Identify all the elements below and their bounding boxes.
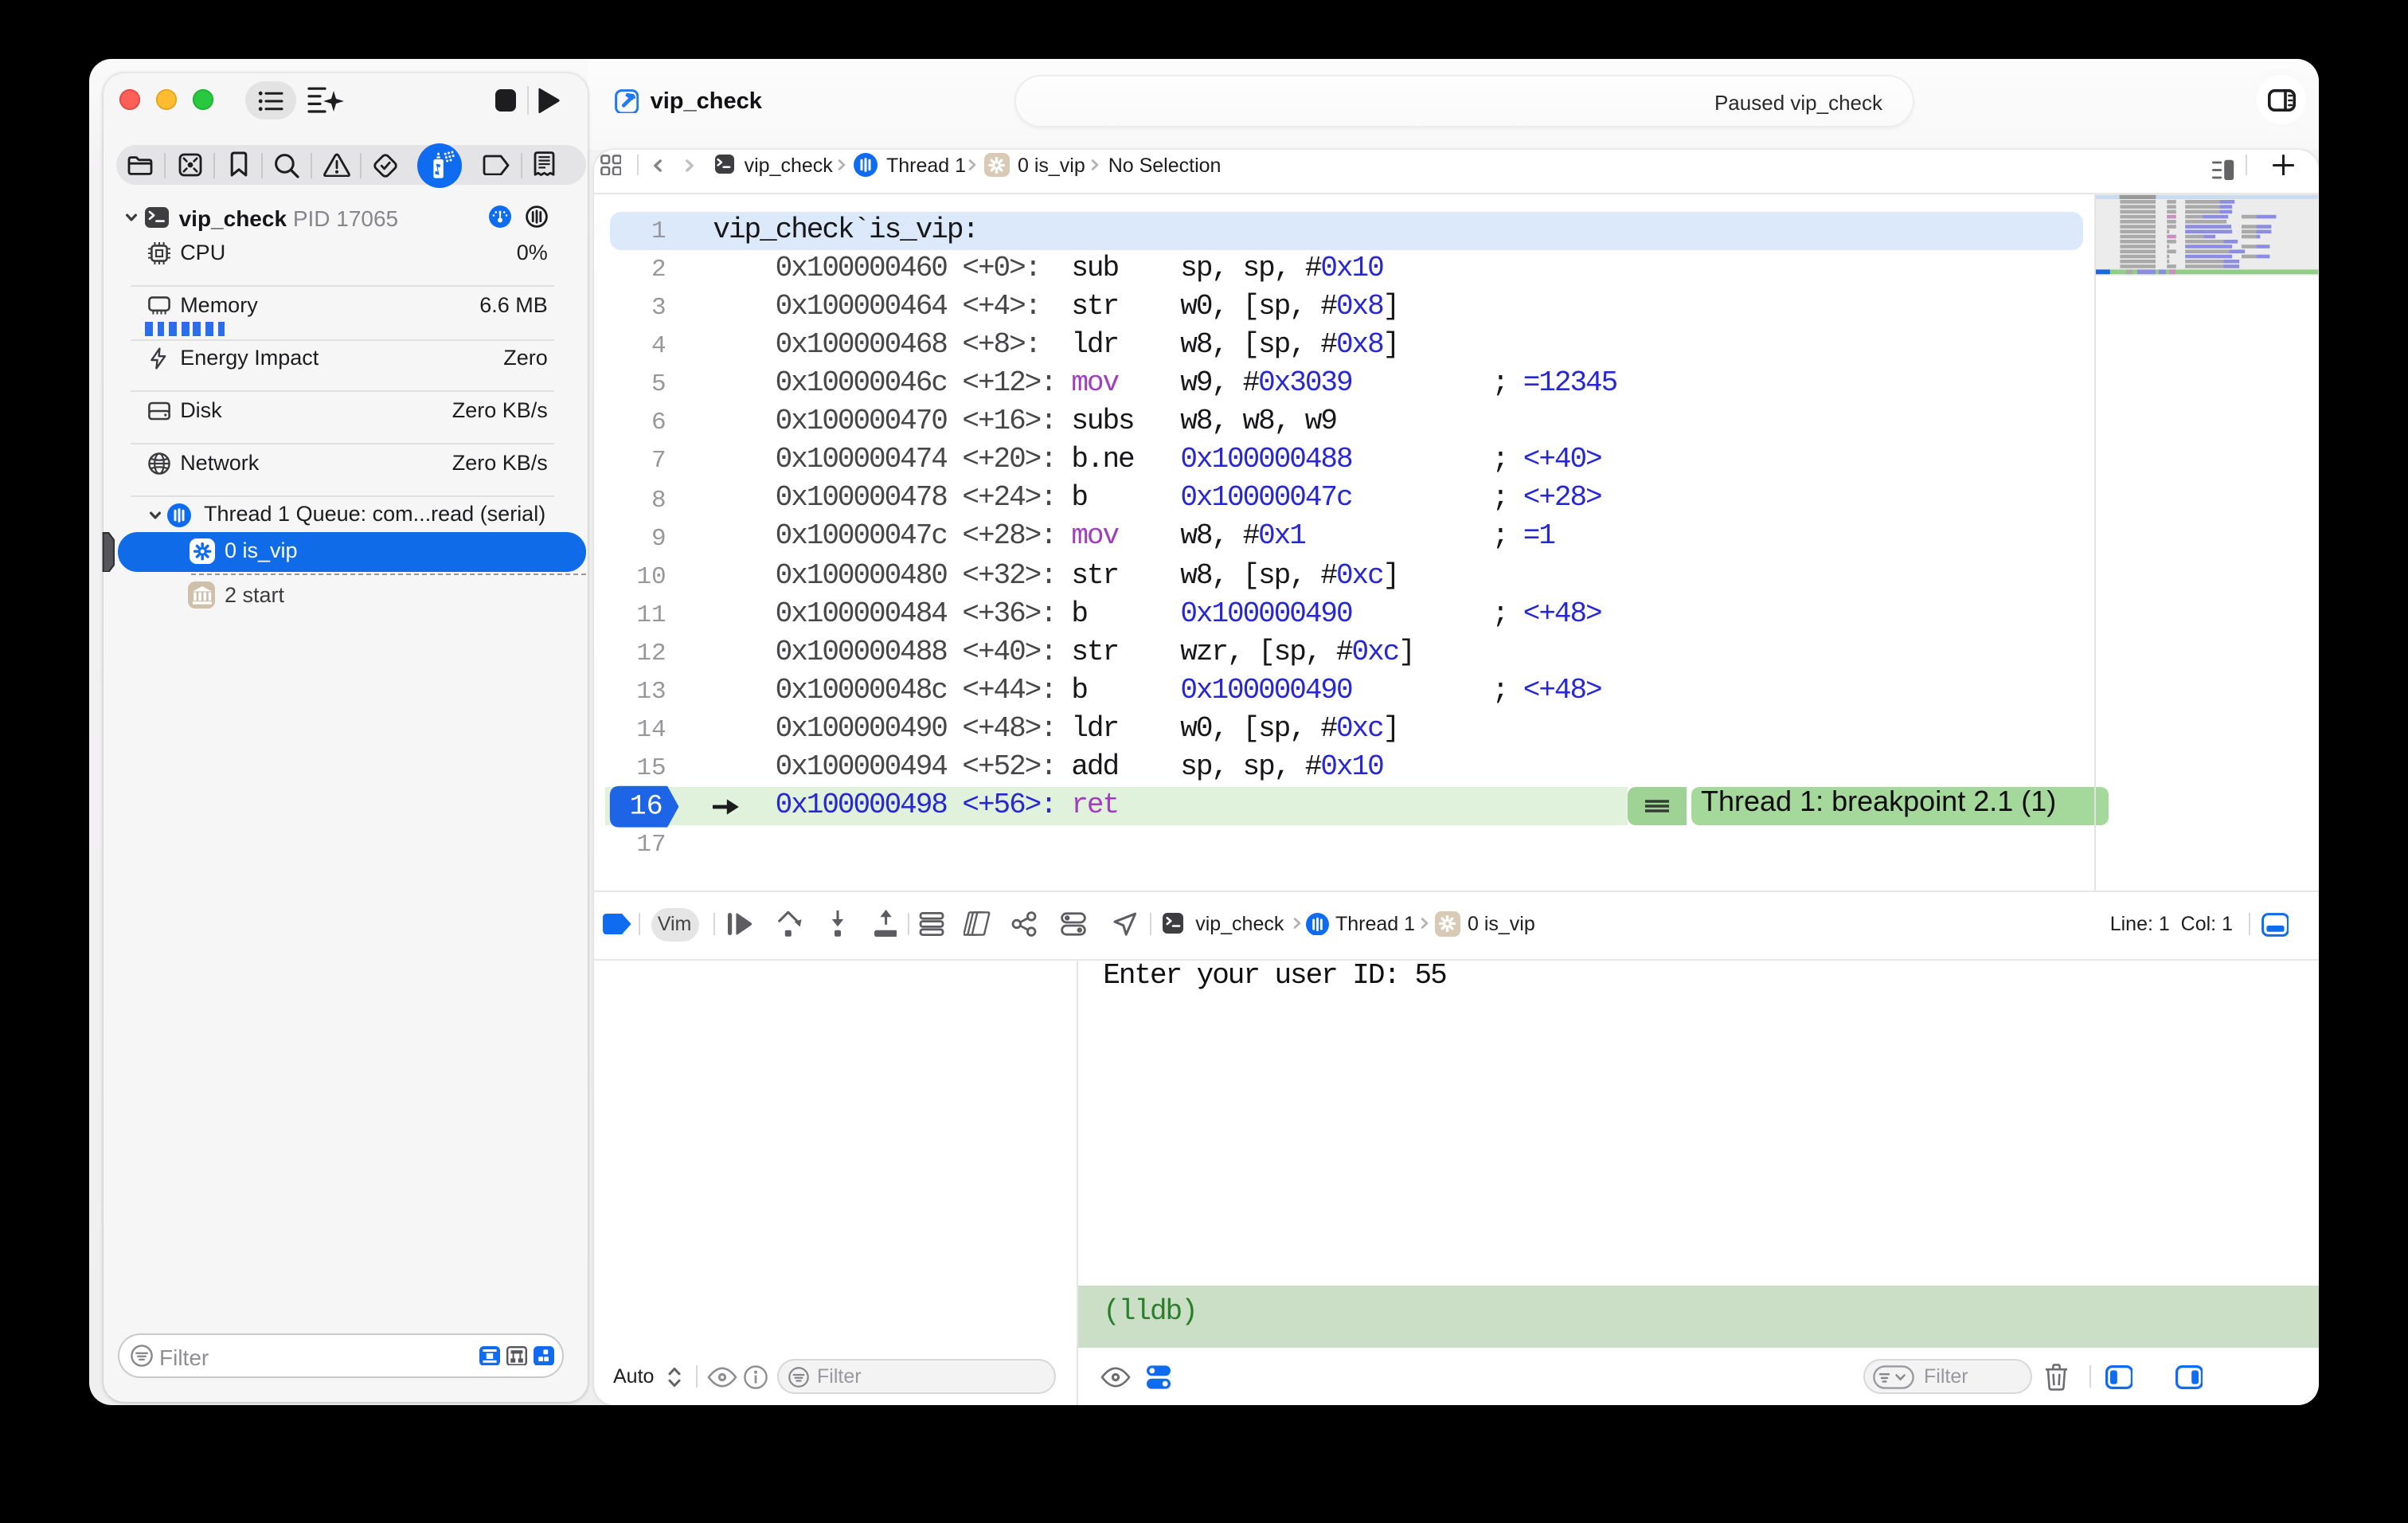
svg-text:16: 16 (630, 790, 663, 822)
